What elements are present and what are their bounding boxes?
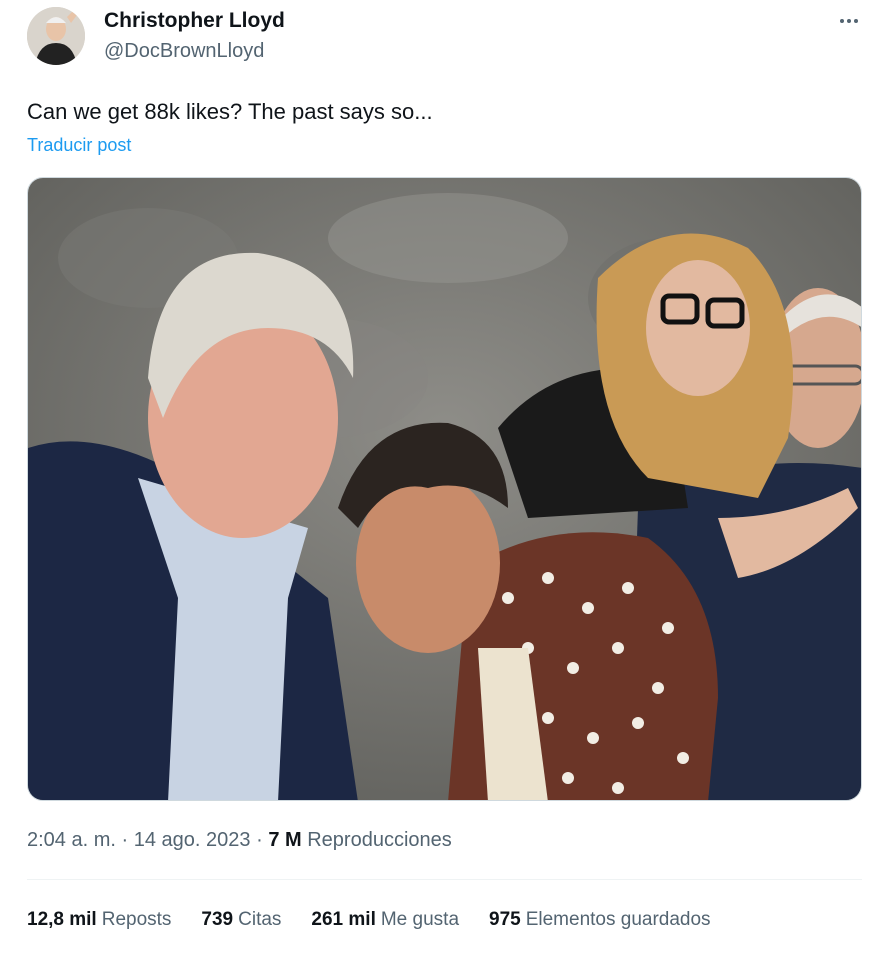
engagement-stats: 12,8 mil Reposts 739 Citas 261 mil Me gusta… — [27, 909, 711, 931]
post-date[interactable]: 14 ago. 2023 — [134, 829, 251, 851]
meta-separator: · — [256, 829, 263, 851]
author-handle[interactable]: @DocBrownLloyd — [104, 40, 264, 63]
divider — [27, 879, 862, 880]
quotes-count: 739 — [201, 909, 234, 930]
likes-stat[interactable]: 261 mil Me gusta — [311, 909, 459, 931]
post-text: Can we get 88k likes? The past says so..… — [27, 99, 433, 124]
avatar[interactable] — [27, 7, 85, 65]
meta-separator: · — [121, 829, 129, 851]
post-card: Christopher Lloyd @DocBrownLloyd Can we … — [0, 0, 887, 956]
bookmarks-stat[interactable]: 975 Elementos guardados — [489, 909, 711, 931]
translate-link[interactable]: Traducir post — [27, 135, 131, 156]
bookmarks-count: 975 — [489, 909, 521, 930]
post-time[interactable]: 2:04 a. m. — [27, 829, 116, 851]
views-label: Reproducciones — [307, 829, 452, 851]
likes-count: 261 mil — [311, 909, 376, 930]
author-name[interactable]: Christopher Lloyd — [104, 9, 285, 33]
likes-label: Me gusta — [380, 909, 460, 930]
views-count: 7 M — [268, 829, 302, 851]
reposts-label: Reposts — [101, 909, 172, 930]
reposts-stat[interactable]: 12,8 mil Reposts — [27, 909, 171, 931]
post-meta: 2:04 a. m. · 14 ago. 2023 · 7 M Reproduc… — [27, 829, 452, 852]
quotes-label: Citas — [238, 909, 282, 930]
quotes-stat[interactable]: 739 Citas — [201, 909, 281, 931]
more-options-icon[interactable] — [836, 10, 862, 32]
post-photo[interactable] — [27, 177, 862, 801]
bookmarks-label: Elementos guardados — [525, 909, 711, 930]
reposts-count: 12,8 mil — [27, 909, 97, 930]
